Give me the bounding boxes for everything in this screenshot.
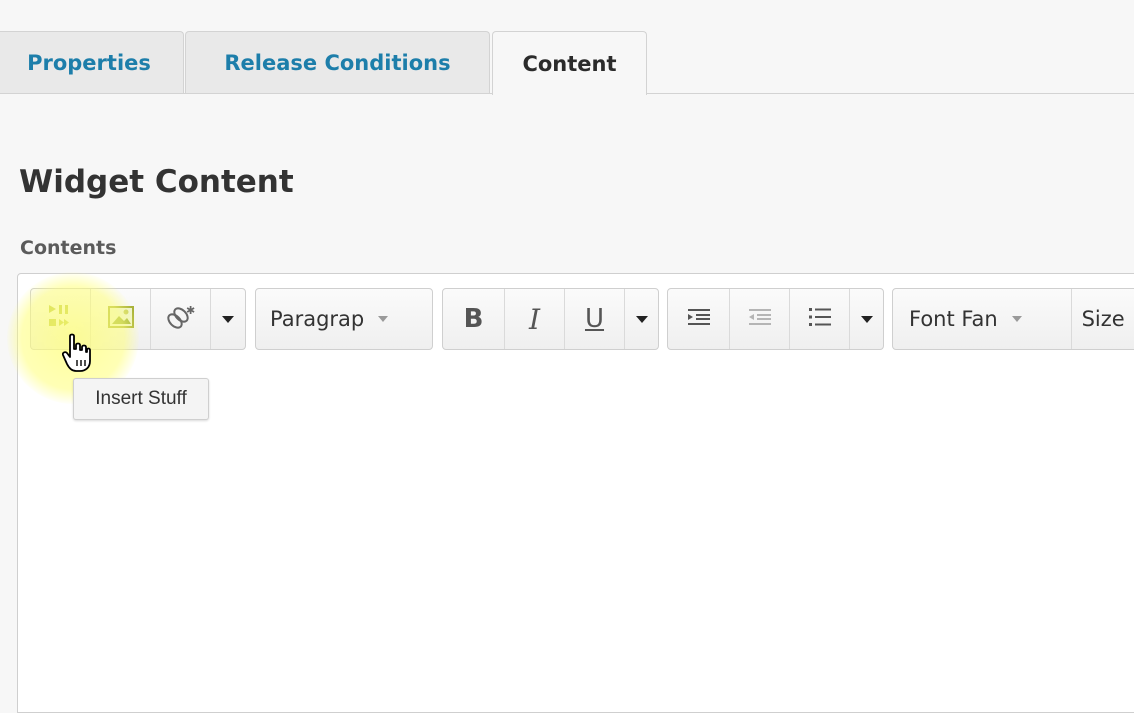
insert-stuff-tooltip: Insert Stuff xyxy=(73,378,209,420)
insert-link-button[interactable]: ✱ xyxy=(151,289,211,349)
tab-label: Content xyxy=(522,51,617,76)
size-select[interactable]: Size xyxy=(1072,289,1134,349)
bold-button[interactable]: B xyxy=(443,289,505,349)
bullet-list-button[interactable] xyxy=(790,289,850,349)
tab-release-conditions[interactable]: Release Conditions xyxy=(185,31,490,93)
tab-label: Release Conditions xyxy=(224,50,451,75)
hand-pointer-icon xyxy=(61,333,92,377)
outdent-icon xyxy=(747,306,773,332)
list-group xyxy=(667,288,884,350)
tab-bar: Properties Release Conditions Content xyxy=(0,0,1134,96)
font-family-value: Font Fan xyxy=(909,307,998,331)
insert-stuff-icon xyxy=(46,302,76,336)
chevron-down-icon xyxy=(378,316,389,322)
insert-image-icon xyxy=(107,304,135,334)
tab-properties[interactable]: Properties xyxy=(0,31,184,93)
italic-icon: I xyxy=(528,302,541,336)
format-select-button[interactable]: Paragrap xyxy=(256,289,432,349)
size-value: Size xyxy=(1081,307,1125,331)
chevron-down-icon xyxy=(860,315,873,323)
italic-button[interactable]: I xyxy=(505,289,565,349)
format-select[interactable]: Paragrap xyxy=(255,288,433,350)
font-group: Font Fan Size xyxy=(892,288,1134,350)
chevron-down-icon xyxy=(635,315,648,323)
bold-icon: B xyxy=(463,304,484,334)
font-family-select[interactable]: Font Fan xyxy=(893,289,1072,349)
contents-label: Contents xyxy=(20,237,117,259)
tab-label: Properties xyxy=(27,50,151,75)
tab-content[interactable]: Content xyxy=(492,31,647,95)
chevron-down-icon xyxy=(1011,316,1022,322)
page-title: Widget Content xyxy=(19,164,294,200)
list-more-dropdown[interactable] xyxy=(850,289,883,349)
outdent-button[interactable] xyxy=(730,289,790,349)
chevron-down-icon xyxy=(222,315,234,323)
insert-image-button[interactable] xyxy=(91,289,151,349)
text-style-group: B I U xyxy=(442,288,659,350)
indent-icon xyxy=(686,306,712,332)
indent-button[interactable] xyxy=(668,289,730,349)
underline-button[interactable]: U xyxy=(565,289,625,349)
bullet-list-icon xyxy=(807,305,833,333)
underline-icon: U xyxy=(584,304,605,334)
text-style-more-dropdown[interactable] xyxy=(625,289,658,349)
insert-link-icon: ✱ xyxy=(165,302,197,336)
svg-text:✱: ✱ xyxy=(186,304,195,317)
format-select-value: Paragrap xyxy=(270,307,365,331)
insert-more-dropdown[interactable] xyxy=(211,289,245,349)
